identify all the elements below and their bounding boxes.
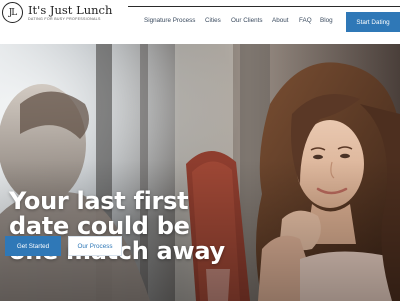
nav-our-clients[interactable]: Our Clients	[231, 17, 263, 24]
brand-name: It's Just Lunch	[28, 3, 113, 17]
start-dating-button[interactable]: Start Dating	[346, 12, 400, 32]
site-header: JL It's Just Lunch DATING FOR BUSY PROFE…	[0, 0, 400, 44]
nav-faq[interactable]: FAQ	[299, 17, 312, 24]
nav-about[interactable]: About	[272, 17, 288, 24]
nav-blog[interactable]: Blog	[320, 17, 333, 24]
get-started-button[interactable]: Get Started	[5, 236, 61, 256]
main-nav: Signature Process Cities Our Clients Abo…	[0, 17, 340, 29]
hero-section: Your last first date could be one match …	[0, 44, 400, 301]
our-process-button[interactable]: Our Process	[68, 236, 122, 256]
header-divider	[128, 6, 400, 7]
nav-cities[interactable]: Cities	[205, 17, 221, 24]
nav-signature-process[interactable]: Signature Process	[144, 17, 195, 24]
hero-headline-line: Your last first	[9, 187, 189, 215]
